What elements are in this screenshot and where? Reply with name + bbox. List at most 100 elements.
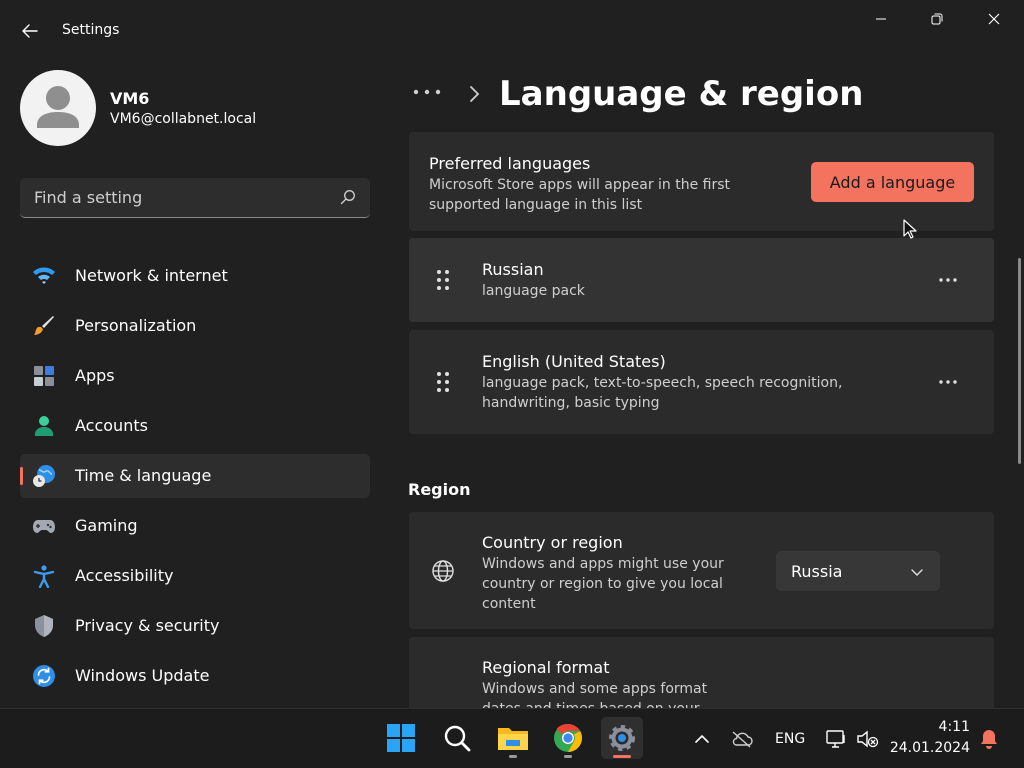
volume-muted-icon xyxy=(857,730,879,748)
minimize-icon xyxy=(876,18,886,20)
gamepad-icon xyxy=(33,520,55,533)
sidebar-item-personalization[interactable]: Personalization xyxy=(20,304,370,348)
language-options-button[interactable] xyxy=(933,372,963,392)
globe-icon xyxy=(432,560,454,582)
running-indicator xyxy=(564,755,572,758)
title-bar: Settings xyxy=(0,0,1024,60)
person-icon xyxy=(35,416,53,436)
wifi-icon xyxy=(33,267,55,284)
language-name: English (United States) xyxy=(482,352,666,371)
sidebar-item-time-language[interactable]: Time & language xyxy=(20,454,370,498)
country-region-desc-3: content xyxy=(482,596,536,612)
country-region-value: Russia xyxy=(791,562,843,581)
language-options-button[interactable] xyxy=(933,270,963,290)
search-icon xyxy=(444,725,471,752)
scrollbar-thumb[interactable] xyxy=(1018,258,1021,464)
language-item-english[interactable]: English (United States) language pack, t… xyxy=(409,330,994,434)
avatar[interactable] xyxy=(20,70,96,146)
brush-icon xyxy=(34,316,54,335)
settings-icon xyxy=(609,725,635,751)
sidebar-item-network[interactable]: Network & internet xyxy=(20,254,370,298)
more-horizontal-icon xyxy=(939,278,957,282)
country-region-dropdown[interactable]: Russia xyxy=(776,551,940,591)
tray-cloud-button[interactable] xyxy=(729,727,755,751)
regional-format-desc-1: Windows and some apps format xyxy=(482,681,708,697)
network-monitor-icon xyxy=(826,730,845,748)
sidebar-item-apps[interactable]: Apps xyxy=(20,354,370,398)
active-app-indicator xyxy=(613,755,631,758)
taskbar-settings[interactable] xyxy=(601,717,643,759)
language-detail-1: language pack xyxy=(482,283,585,299)
windows-start-icon xyxy=(387,724,415,752)
page-title: Language & region xyxy=(499,74,864,114)
country-region-title: Country or region xyxy=(482,533,623,552)
taskbar-start-button[interactable] xyxy=(380,717,422,759)
sidebar-item-accounts[interactable]: Accounts xyxy=(20,404,370,448)
breadcrumb-more-button[interactable] xyxy=(412,80,444,104)
preferred-languages-card: Preferred languages Microsoft Store apps… xyxy=(409,132,994,231)
more-horizontal-icon xyxy=(413,89,441,95)
taskbar: ENG 4:11 24.01.2024 xyxy=(0,708,1024,768)
language-name: Russian xyxy=(482,260,544,279)
sidebar-item-label: Apps xyxy=(75,366,115,385)
sidebar-item-label: Accounts xyxy=(75,416,148,435)
apps-icon xyxy=(34,366,54,386)
notification-button[interactable] xyxy=(976,727,1002,751)
restore-button[interactable] xyxy=(914,4,960,34)
sidebar-item-label: Windows Update xyxy=(75,666,210,685)
drag-handle-icon[interactable] xyxy=(435,269,451,291)
mouse-cursor-icon xyxy=(903,219,917,239)
language-item-russian[interactable]: Russian language pack xyxy=(409,238,994,322)
tray-overflow-button[interactable] xyxy=(689,727,715,751)
app-title: Settings xyxy=(62,22,120,38)
back-button[interactable] xyxy=(14,16,46,46)
arrow-left-icon xyxy=(22,24,38,38)
regional-format-card: Regional format Windows and some apps fo… xyxy=(409,637,994,708)
taskbar-file-explorer[interactable] xyxy=(492,717,534,759)
add-language-button[interactable]: Add a language xyxy=(811,162,974,202)
tray-volume-button[interactable] xyxy=(855,727,881,751)
minimize-button[interactable] xyxy=(858,4,904,34)
taskbar-search-button[interactable] xyxy=(436,717,478,759)
more-horizontal-icon xyxy=(939,380,957,384)
language-detail-1: language pack, text-to-speech, speech re… xyxy=(482,375,843,391)
clock-time[interactable]: 4:11 xyxy=(939,719,970,735)
region-heading: Region xyxy=(408,480,471,499)
chevron-right-icon xyxy=(470,86,480,102)
drag-handle-icon[interactable] xyxy=(435,371,451,393)
search-icon[interactable] xyxy=(340,189,356,205)
regional-format-desc-2: dates and times based on your xyxy=(482,699,700,708)
user-email: VM6@collabnet.local xyxy=(110,111,257,127)
preferred-languages-title: Preferred languages xyxy=(429,154,591,173)
country-region-desc-1: Windows and apps might use your xyxy=(482,556,724,572)
country-region-card: Country or region Windows and apps might… xyxy=(409,512,994,629)
sidebar-item-privacy[interactable]: Privacy & security xyxy=(20,604,370,648)
chrome-icon xyxy=(554,723,582,752)
sidebar-item-accessibility[interactable]: Accessibility xyxy=(20,554,370,598)
search-input[interactable] xyxy=(34,178,334,216)
user-name: VM6 xyxy=(110,89,150,108)
country-region-desc-2: country or region to give you local xyxy=(482,576,723,592)
active-indicator xyxy=(20,467,23,485)
close-button[interactable] xyxy=(971,4,1017,34)
restore-icon xyxy=(931,13,943,25)
person-placeholder-icon xyxy=(37,86,79,128)
shield-icon xyxy=(35,615,53,637)
file-explorer-icon xyxy=(498,728,528,750)
chevron-down-icon xyxy=(911,569,923,576)
taskbar-chrome[interactable] xyxy=(547,717,589,759)
sidebar-item-gaming[interactable]: Gaming xyxy=(20,504,370,548)
bell-icon xyxy=(981,730,997,749)
sidebar-item-windows-update[interactable]: Windows Update xyxy=(20,654,370,698)
tray-network-button[interactable] xyxy=(823,727,849,751)
sidebar-item-label: Gaming xyxy=(75,516,138,535)
language-detail-2: handwriting, basic typing xyxy=(482,395,660,411)
regional-format-title: Regional format xyxy=(482,658,610,677)
running-indicator xyxy=(509,755,517,758)
clock-date[interactable]: 24.01.2024 xyxy=(890,740,970,756)
settings-window: Settings VM6 VM6@collabnet.local Network… xyxy=(0,0,1024,708)
chevron-up-icon xyxy=(695,734,709,743)
close-icon xyxy=(988,13,1000,25)
update-icon xyxy=(33,665,55,687)
tray-input-language[interactable]: ENG xyxy=(775,731,805,747)
